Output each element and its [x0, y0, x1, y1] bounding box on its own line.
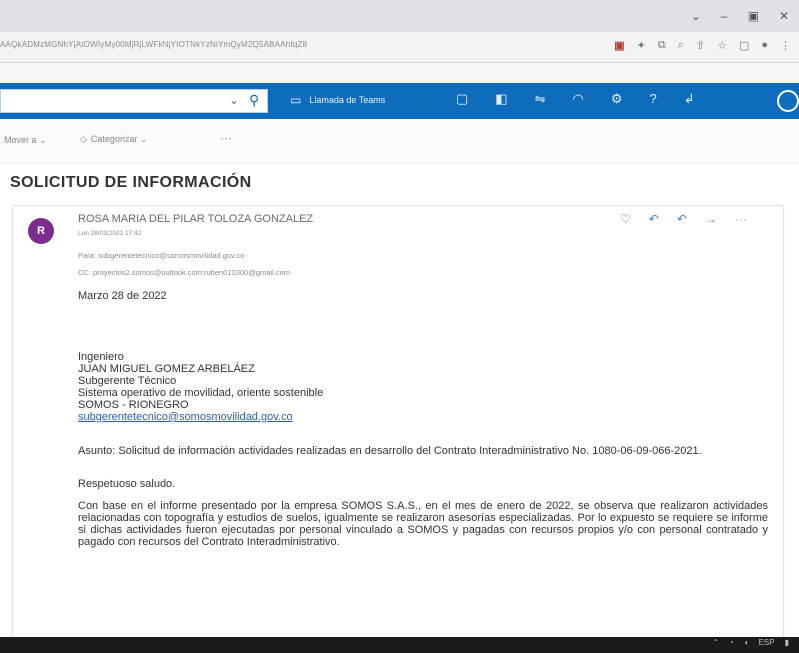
email-actions: ♡ ↶ ↶ → ···	[620, 212, 747, 226]
share-icon[interactable]: ⇧	[696, 39, 705, 52]
recipient-line: JUAN MIGUEL GOMEZ ARBELÁEZ	[78, 363, 255, 375]
outlook-header-bar: ⌄ ⚲ ▭ Llamada de Teams ▢ ◧ ⇋ ◠ ⚙ ? ↲	[0, 83, 799, 119]
categorize-button[interactable]: ◇ Categorizar ⌄	[80, 134, 147, 145]
chat-icon[interactable]: ▢	[456, 91, 468, 107]
zoom-icon[interactable]: ⌕	[678, 39, 684, 52]
categorize-label: Categorizar ⌄	[90, 134, 148, 144]
bell-icon[interactable]: ◠	[573, 91, 584, 107]
browser-menu-icon[interactable]: ⋮	[780, 39, 791, 52]
gear-icon[interactable]: ⚙	[611, 91, 623, 107]
command-toolbar: Mover a ⌄ ◇ Categorizar ⌄ ···	[0, 119, 799, 164]
email-paragraph: Con base en el informe presentado por la…	[78, 500, 768, 548]
recipient-email-link[interactable]: subgerentetecnico@somosmovilidad.gov.co	[78, 411, 293, 423]
browser-titlebar: ⌄ – ▣ ✕	[0, 0, 799, 32]
email-asunto: Asunto: Solicitud de información activid…	[78, 445, 702, 457]
sender-avatar: R	[28, 218, 54, 244]
account-avatar[interactable]	[777, 90, 799, 112]
more-options-button[interactable]: ···	[220, 131, 232, 145]
url-field[interactable]: AAQkADMzMGNhYjAtOWIyMy00MjRjLWFkNjYtOTNk…	[0, 40, 307, 49]
close-button[interactable]: ✕	[779, 9, 789, 23]
bookmark-star-icon[interactable]: ☆	[717, 39, 727, 52]
email-to: Para: subgerentetecnico@somosmovilidad.g…	[78, 251, 245, 260]
reply-all-icon[interactable]: ↶	[677, 212, 687, 226]
extension-icon[interactable]: ▣	[614, 39, 624, 52]
profile-icon[interactable]: ●	[761, 39, 768, 52]
recipient-line: Sistema operativo de movilidad, oriente …	[78, 387, 324, 399]
teams-call-label: Llamada de Teams	[309, 95, 386, 105]
taskbar: ⌃ ◔ ◖ ESP ▮	[0, 637, 799, 653]
tag-icon: ◇	[80, 134, 87, 144]
more-icon[interactable]: ···	[735, 212, 747, 226]
email-date: Lun 28/03/2022 17:42	[78, 230, 142, 237]
tray-language[interactable]: ESP	[759, 638, 775, 647]
notifications-icon[interactable]: ▮	[785, 638, 789, 647]
teams-call-button[interactable]: ▭ Llamada de Teams	[290, 93, 385, 107]
video-call-icon: ▭	[290, 93, 302, 107]
calendar-icon[interactable]: ⇋	[535, 91, 546, 107]
email-subject: SOLICITUD DE INFORMACIÓN	[10, 174, 252, 191]
page-gap	[0, 63, 799, 83]
browser-extension-icons: ▣ ✦ ⧉ ⌕ ⇧ ☆ ▢ ● ⋮	[614, 39, 791, 52]
address-bar: AAQkADMzMGNhYjAtOWIyMy00MjRjLWFkNjYtOTNk…	[0, 32, 799, 63]
outlook-app-icon[interactable]: ◧	[495, 91, 507, 107]
window-controls: ⌄ – ▣ ✕	[691, 0, 799, 32]
move-to-button[interactable]: Mover a ⌄	[4, 135, 47, 146]
tab-list-icon[interactable]: ⌄	[691, 9, 701, 23]
header-icons: ▢ ◧ ⇋ ◠ ⚙ ? ↲	[456, 91, 695, 107]
extension-icon[interactable]: ⧉	[658, 39, 666, 52]
sidebar-icon[interactable]: ▢	[739, 39, 749, 52]
like-icon[interactable]: ♡	[620, 212, 631, 226]
reply-icon[interactable]: ↶	[649, 212, 659, 226]
email-date-line: Marzo 28 de 2022	[78, 290, 167, 302]
search-icon[interactable]: ⚲	[249, 92, 259, 109]
chevron-down-icon[interactable]: ⌄	[229, 93, 239, 107]
recipient-line: Subgerente Técnico	[78, 375, 177, 387]
forward-icon[interactable]: →	[705, 212, 717, 226]
maximize-button[interactable]: ▣	[748, 9, 759, 23]
email-cc: CC: proyectos2.somos@outlook.com;ruben01…	[78, 268, 290, 277]
sender-name[interactable]: ROSA MARIA DEL PILAR TOLOZA GONZALEZ	[78, 213, 313, 225]
network-icon[interactable]: ◔	[729, 638, 734, 647]
search-input[interactable]: ⌄ ⚲	[0, 89, 268, 113]
tray-up-icon[interactable]: ⌃	[712, 638, 719, 647]
minimize-button[interactable]: –	[721, 9, 728, 23]
recipient-line: SOMOS - RIONEGRO	[78, 399, 189, 411]
recipient-line: Ingeniero	[78, 351, 124, 363]
help-icon[interactable]: ?	[650, 91, 657, 107]
system-tray: ⌃ ◔ ◖ ESP ▮	[712, 638, 789, 647]
extension-icon[interactable]: ✦	[637, 39, 646, 52]
email-greeting: Respetuoso saludo.	[78, 478, 176, 490]
volume-icon[interactable]: ◖	[744, 638, 749, 647]
feedback-icon[interactable]: ↲	[684, 91, 695, 107]
